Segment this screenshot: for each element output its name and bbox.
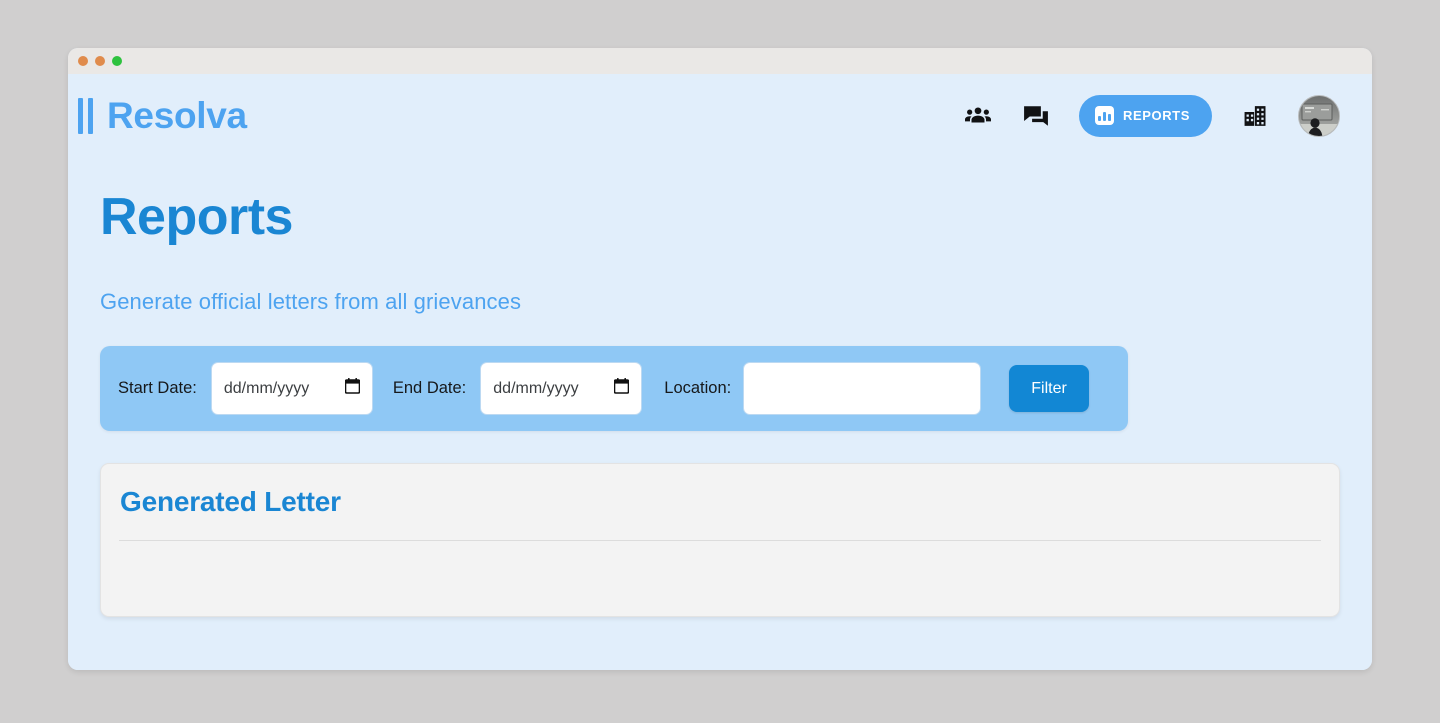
page-subtitle: Generate official letters from all griev… xyxy=(100,289,522,314)
minimize-dot[interactable] xyxy=(95,56,105,66)
close-dot[interactable] xyxy=(78,56,88,66)
location-input[interactable] xyxy=(743,362,982,415)
navbar-actions: REPORTS xyxy=(963,94,1340,137)
filter-bar: Start Date: dd/mm/yyyy End Date: dd/mm/y… xyxy=(100,346,1128,431)
page-title: Reports xyxy=(100,188,293,246)
forum-icon[interactable] xyxy=(1021,101,1051,131)
logo-bars-icon xyxy=(78,97,93,134)
app-root: Resolva REPORTS Reports Generate officia… xyxy=(68,74,1372,670)
start-date-label: Start Date: xyxy=(118,379,197,397)
start-date-input[interactable]: dd/mm/yyyy xyxy=(210,362,373,415)
window-titlebar xyxy=(68,48,1372,74)
bar-chart-icon xyxy=(1094,106,1114,125)
maximize-dot[interactable] xyxy=(112,56,122,66)
top-navbar: Resolva REPORTS xyxy=(68,74,1372,157)
end-date-input[interactable]: dd/mm/yyyy xyxy=(480,362,643,415)
calendar-icon[interactable] xyxy=(613,378,630,399)
generated-letter-body xyxy=(119,541,1321,591)
filter-button[interactable]: Filter xyxy=(1009,365,1089,412)
page-content: Reports Generate official letters from a… xyxy=(68,157,1372,617)
generated-letter-title: Generated Letter xyxy=(120,486,341,517)
domain-icon[interactable] xyxy=(1240,101,1270,131)
end-date-label: End Date: xyxy=(392,379,467,397)
calendar-icon[interactable] xyxy=(344,378,361,399)
brand-logo[interactable]: Resolva xyxy=(72,95,247,137)
avatar[interactable] xyxy=(1298,94,1340,137)
browser-window: Resolva REPORTS Reports Generate officia… xyxy=(68,48,1372,670)
groups-icon[interactable] xyxy=(963,101,993,131)
location-label: Location: xyxy=(664,379,732,397)
reports-button-label: REPORTS xyxy=(1122,108,1190,123)
start-date-value: dd/mm/yyyy xyxy=(223,379,310,397)
brand-name: Resolva xyxy=(107,94,247,136)
generated-letter-card: Generated Letter xyxy=(100,463,1340,617)
end-date-value: dd/mm/yyyy xyxy=(493,379,579,397)
reports-button[interactable]: REPORTS xyxy=(1078,94,1212,137)
